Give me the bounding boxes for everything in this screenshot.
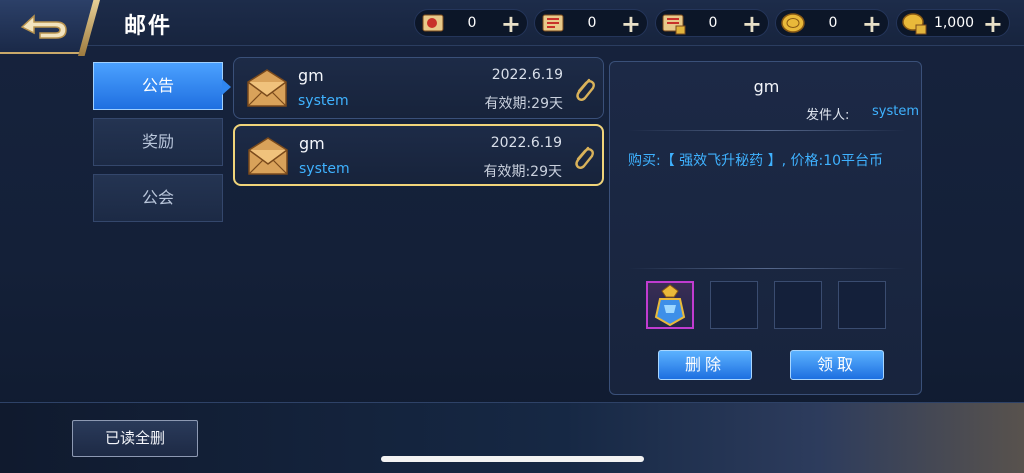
divider bbox=[628, 268, 906, 269]
attachment-slot-empty bbox=[774, 281, 822, 329]
locked-scroll-icon bbox=[662, 14, 686, 35]
currency-value: 0 bbox=[467, 15, 477, 31]
scroll-ticket-icon bbox=[422, 14, 444, 32]
mail-item-selected[interactable]: gm system 2022.6.19 有效期:29天 bbox=[233, 124, 604, 186]
page-title: 邮件 bbox=[124, 14, 173, 39]
add-currency-button[interactable]: + bbox=[862, 11, 882, 37]
add-currency-button[interactable]: + bbox=[501, 11, 521, 37]
divider bbox=[628, 130, 906, 131]
tab-guild[interactable]: 公会 bbox=[93, 174, 223, 222]
attachment-slot-empty bbox=[710, 281, 758, 329]
delete-button[interactable]: 删除 bbox=[658, 350, 752, 380]
detail-sender-label: 发件人: bbox=[806, 108, 850, 123]
locked-coin-icon bbox=[902, 13, 927, 35]
mail-sender: gm bbox=[299, 134, 325, 153]
currency-value: 1,000 bbox=[933, 15, 975, 31]
currency-red-scroll: 0 + bbox=[534, 9, 648, 37]
delete-all-read-button[interactable]: 已读全删 bbox=[72, 420, 198, 457]
attachment-slot[interactable] bbox=[646, 281, 694, 329]
red-scroll-icon bbox=[542, 14, 564, 32]
currency-ticket: 0 + bbox=[414, 9, 528, 37]
add-currency-button[interactable]: + bbox=[983, 11, 1003, 37]
detail-body: 购买:【 强效飞升秘药 】, 价格:10平台币 bbox=[628, 153, 884, 169]
add-currency-button[interactable]: + bbox=[621, 11, 641, 37]
currency-value: 0 bbox=[587, 15, 597, 31]
mail-date: 2022.6.19 bbox=[490, 135, 562, 151]
mail-sender: gm bbox=[298, 66, 324, 85]
detail-sender: system bbox=[872, 104, 919, 119]
paperclip-icon bbox=[576, 78, 595, 101]
home-indicator[interactable] bbox=[381, 456, 644, 462]
paperclip-icon bbox=[575, 146, 594, 169]
mail-from: system bbox=[298, 93, 349, 109]
mail-detail-panel: gm 发件人: system 购买:【 强效飞升秘药 】, 价格:10平台币 删… bbox=[609, 61, 922, 395]
mail-date: 2022.6.19 bbox=[491, 67, 563, 83]
currency-gold-coin: 0 + bbox=[775, 9, 889, 37]
mail-expiry: 有效期:29天 bbox=[483, 164, 562, 180]
claim-button[interactable]: 领取 bbox=[790, 350, 884, 380]
potion-item-icon bbox=[654, 284, 686, 327]
gold-coin-icon bbox=[781, 13, 805, 33]
envelope-icon bbox=[247, 69, 287, 107]
back-arrow-icon[interactable] bbox=[16, 10, 72, 44]
tab-rewards[interactable]: 奖励 bbox=[93, 118, 223, 166]
mail-from: system bbox=[299, 161, 350, 177]
attachment-slot-empty bbox=[838, 281, 886, 329]
currency-value: 0 bbox=[828, 15, 838, 31]
envelope-icon bbox=[248, 137, 288, 175]
currency-locked-scroll: 0 + bbox=[655, 9, 769, 37]
add-currency-button[interactable]: + bbox=[742, 11, 762, 37]
detail-title: gm bbox=[753, 77, 780, 96]
currency-value: 0 bbox=[708, 15, 718, 31]
currency-locked-coin: 1,000 + bbox=[896, 9, 1010, 37]
mail-expiry: 有效期:29天 bbox=[484, 96, 563, 112]
mail-item[interactable]: gm system 2022.6.19 有效期:29天 bbox=[233, 57, 604, 119]
tab-announcement[interactable]: 公告 bbox=[93, 62, 231, 110]
